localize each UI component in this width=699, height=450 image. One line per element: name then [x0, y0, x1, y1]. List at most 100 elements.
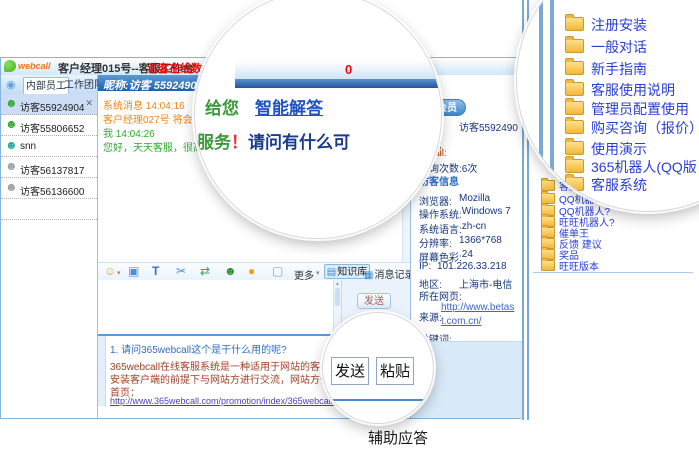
info-row: 分辨率:1366*768 — [419, 235, 521, 250]
magnified-tree-item: 注册安装 — [565, 15, 647, 33]
chat-toolbar: ☺ ▾ ▣ T ✂ ⇄ ☻ ● ▢ 更多 ▾ ▤知识库 ▦消息记录 — [98, 262, 410, 282]
tree-separator — [533, 272, 693, 273]
close-icon[interactable]: ✕ — [85, 98, 93, 109]
visitor-list-item[interactable]: ☻ 访客55806652 — [1, 115, 97, 136]
magnified-line-1: 给您智能解答 — [205, 94, 323, 119]
magnified-tree-label: 管理员配置使用 — [591, 101, 689, 117]
screen-capture-icon[interactable]: ▣ — [128, 265, 139, 278]
info-label: 操作系统: — [419, 206, 462, 221]
info-label: 系统语言: — [419, 221, 462, 236]
magnified-tree-item: 新手指南 — [565, 59, 647, 77]
magnified-splitter — [550, 0, 554, 212]
presence-icon[interactable]: ◉ — [6, 78, 16, 91]
folder-icon — [541, 260, 555, 271]
visitor-list-item[interactable]: ☻ 访客55924904 ✕ — [1, 94, 97, 115]
magnifier-circle-smart-answer: 0 给您智能解答 服务！请问有什么可 — [194, 0, 442, 239]
magnified-tree-label: 客服使用说明 — [591, 82, 675, 98]
magnified-tree-item: 管理员配置使用 — [565, 99, 689, 117]
info-row: 所在网页: — [419, 288, 521, 303]
help-tree-item[interactable]: 旺旺版本 — [541, 258, 599, 270]
knowledge-base-icon: ▤ — [327, 267, 336, 278]
visitor-avatar-icon: ☻ — [5, 139, 18, 151]
magnified-text-green: 给您 — [205, 99, 239, 118]
visitor-list-item[interactable]: ☻ 访客56136600 — [1, 178, 97, 199]
visitor-avatar-icon: ☻ — [5, 118, 18, 130]
remote-assist-icon[interactable]: ▢ — [272, 265, 283, 278]
magnified-splitter — [539, 0, 543, 212]
folder-icon — [565, 141, 584, 155]
info-label: 分辨率: — [419, 235, 459, 250]
visitor-name: 访客56136600 — [20, 183, 85, 198]
magnified-tree-item: 一般对话 — [565, 37, 647, 55]
info-value: Windows 7 — [462, 206, 511, 221]
chevron-down-icon[interactable]: ▾ — [117, 269, 121, 277]
magnified-tree-label: 新手指南 — [591, 61, 647, 77]
chevron-down-icon[interactable]: ▾ — [316, 269, 320, 277]
invite-agent-icon[interactable]: ☻ — [224, 265, 237, 278]
magnified-tree-item: 365机器人(QQ版 — [565, 157, 697, 175]
source-url-link[interactable]: t.com.cn/ — [441, 316, 482, 327]
visitor-avatar-icon: ☻ — [5, 97, 18, 109]
shake-icon[interactable]: ● — [248, 265, 255, 278]
info-value: 访客5592490 — [459, 119, 518, 134]
visitor-list-item[interactable]: ☻ 访客56137817 — [1, 157, 97, 178]
scroll-up-icon[interactable]: ▲ — [334, 281, 341, 287]
info-label: 所在网页: — [419, 288, 462, 303]
info-value: 1366*768 — [459, 235, 502, 250]
magnified-paste-button: 粘贴 — [376, 357, 414, 385]
magnified-tree-label: 购买咨询（报价） — [591, 120, 699, 136]
smart-answer-link: 智能解答 — [255, 99, 323, 118]
visitor-avatar-icon: ☻ — [5, 181, 18, 193]
info-label: IP: — [419, 261, 437, 272]
source-label: 来源: — [419, 309, 442, 324]
magnified-tree-label: 一般对话 — [591, 39, 647, 55]
kb-answer-url-link[interactable]: http://www.365webcall.com/promotion/inde… — [110, 396, 350, 406]
agent-message-meta: 我 14:04:26 — [103, 125, 155, 140]
source-url-link[interactable]: http://www.betas — [441, 302, 514, 313]
magnified-line-2: 服务！请问有什么可 — [197, 128, 350, 153]
emoticon-icon[interactable]: ☺ — [104, 265, 116, 278]
visitor-name: snn — [20, 141, 36, 152]
magnified-send-button: 发送 — [331, 357, 369, 385]
figure-caption: 辅助应答 — [338, 427, 458, 448]
visitor-list-item[interactable]: ☻ snn — [1, 136, 97, 157]
visitor-sidebar: ◉ 内部员工 工作团队 ☻ 访客55924904 ✕ ☻ 访客55806652 … — [1, 75, 98, 418]
send-button[interactable]: 发送 — [357, 293, 391, 309]
info-row: IP:101.226.33.218 — [419, 261, 521, 272]
magnified-tree-label: 客服系统 — [591, 177, 647, 193]
visitor-name: 访客55806652 — [20, 120, 85, 135]
info-value: 6次 — [462, 160, 478, 175]
magnified-text-green: 服务 — [197, 133, 231, 152]
folder-icon — [565, 159, 584, 173]
app-logo-text: webcall — [18, 61, 51, 71]
file-transfer-icon[interactable]: ⇄ — [200, 265, 210, 278]
magnified-text-red: ！ — [231, 133, 248, 152]
info-value: 101.226.33.218 — [437, 261, 507, 272]
cut-icon[interactable]: ✂ — [176, 265, 186, 278]
magnified-tree-label: 使用演示 — [591, 141, 647, 157]
magnified-tree-item: 购买咨询（报价） — [565, 118, 699, 136]
system-message-line: 系统消息 14:04:16 — [103, 97, 185, 112]
magnified-tree-label: 注册安装 — [591, 17, 647, 33]
screenshot-page: webcall 客户经理015号--客服工作台 访客在线数:4 ◉ 内部员工 工… — [0, 0, 699, 450]
input-scrollbar-thumb[interactable] — [335, 288, 340, 306]
folder-icon — [565, 82, 584, 96]
folder-icon — [565, 17, 584, 31]
magnified-divider-line — [329, 399, 429, 401]
message-input[interactable] — [98, 280, 334, 334]
font-icon[interactable]: T — [152, 265, 159, 278]
kb-question-link[interactable]: 1. 请问365webcall这个是干什么用的呢? — [110, 341, 287, 356]
visitor-list-empty-row — [1, 199, 97, 220]
magnified-tree-item: 使用演示 — [565, 139, 647, 157]
info-value: zh-cn — [462, 221, 486, 236]
folder-icon — [565, 120, 584, 134]
magnified-tree-item: 客服系统 — [565, 175, 647, 193]
knowledge-base-label: 知识库 — [337, 267, 367, 278]
message-history-button[interactable]: ▦消息记录 — [364, 266, 414, 281]
magnified-tree-label: 365机器人(QQ版 — [591, 159, 697, 175]
answer-scrollbar[interactable] — [98, 336, 106, 406]
visitor-avatar-icon: ☻ — [5, 160, 18, 172]
folder-icon — [565, 101, 584, 115]
magnified-header-bar — [235, 79, 441, 88]
folder-icon — [565, 177, 584, 191]
